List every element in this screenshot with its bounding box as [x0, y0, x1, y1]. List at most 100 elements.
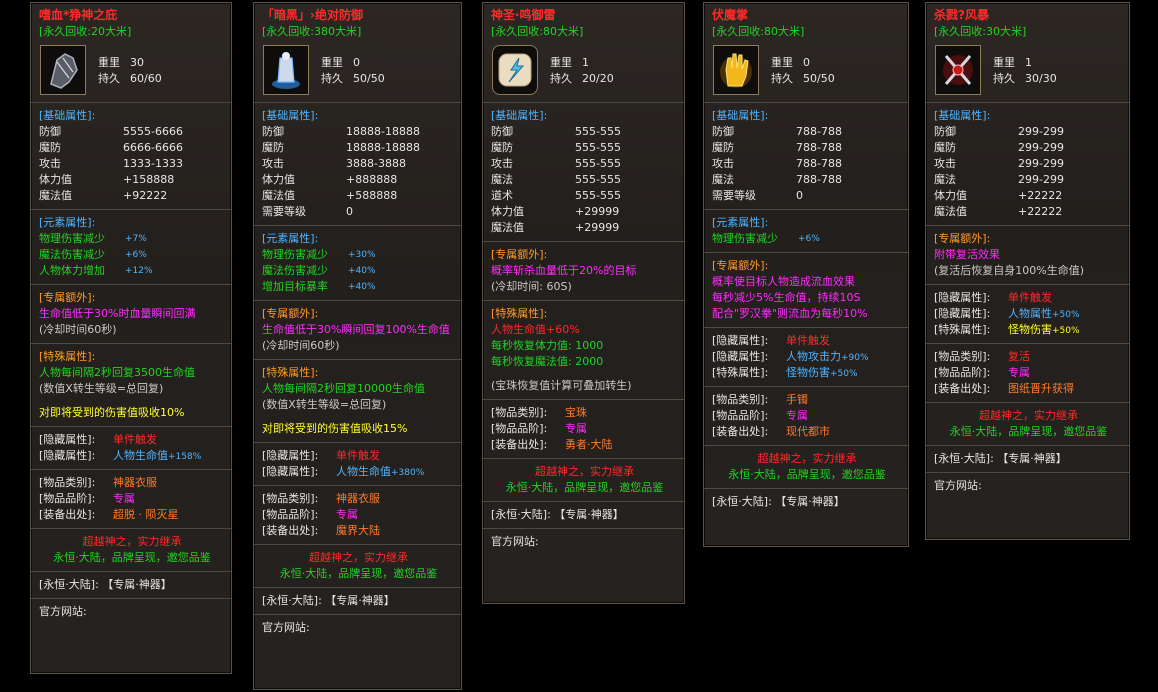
- exclusive-text: 生命值低于30%瞬间回复100%生命值: [262, 323, 450, 336]
- hidden-value: 单件触发: [1008, 291, 1052, 304]
- attr-value: +588888: [346, 189, 398, 202]
- absorb-text: 对即将受到的伤害值吸收15%: [262, 422, 408, 435]
- elem-value: +40%: [348, 282, 376, 292]
- hidden-number: +50%: [1052, 310, 1080, 320]
- grade-value: 专属: [786, 409, 808, 422]
- durability-value: 30/30: [1025, 72, 1057, 85]
- footer-tag: [永恒·大陆]: 【专属·神器】: [712, 495, 845, 508]
- attr-value: 299-299: [1018, 125, 1064, 138]
- durability-label: 持久: [771, 72, 793, 85]
- item-title: 嗜血*狰神之庇: [39, 8, 118, 22]
- special-line: 人物生命值+60%: [491, 323, 580, 336]
- elem-value: +6%: [798, 234, 820, 244]
- hidden-number: +380%: [391, 468, 425, 478]
- grade-value: 专属: [336, 508, 358, 521]
- attr-value: 299-299: [1018, 141, 1064, 154]
- elem-value: +12%: [125, 266, 153, 276]
- attr-value: 0: [346, 205, 353, 218]
- source-value: 现代都市: [786, 425, 830, 438]
- category-value: 复活: [1008, 350, 1030, 363]
- hidden-label: [隐藏属性]:: [262, 449, 319, 462]
- attr-value: 788-788: [796, 125, 842, 138]
- item-tooltip-3: 神圣·鸣御雷 [永久回收:80大米] 重里 1 持久 20/20 [基础属性]: 防…: [482, 2, 685, 604]
- attr-key: 魔防: [934, 141, 956, 154]
- recycle-value: [永久回收:30大米]: [934, 25, 1027, 38]
- recycle-value: [永久回收:20大米]: [39, 25, 132, 38]
- special-text: 人物每间隔2秒回复10000生命值: [262, 382, 425, 395]
- hidden-label: [隐藏属性]:: [712, 350, 769, 363]
- attr-key: 魔防: [39, 141, 61, 154]
- attr-value: 788-788: [796, 141, 842, 154]
- attr-value: 0: [796, 189, 803, 202]
- attr-value: +158888: [123, 173, 175, 186]
- attr-key: 防御: [262, 125, 284, 138]
- exclusive-note: (复活后恢复自身100%生命值): [934, 264, 1085, 277]
- attr-value: +22222: [1018, 189, 1063, 202]
- item-tooltip-4: 伏魔掌 [永久回收:80大米] 重里 0 持久 50/50 [基础属性]: 防御 78…: [703, 2, 909, 547]
- durability-value: 50/50: [803, 72, 835, 85]
- source-label: [装备出处]:: [491, 438, 548, 451]
- element-attr-header: [元素属性]:: [262, 232, 319, 245]
- attr-value: 788-788: [796, 173, 842, 186]
- category-label: [物品类别]:: [712, 393, 769, 406]
- hidden-label: [隐藏属性]:: [39, 433, 96, 446]
- category-value: 神器衣服: [113, 476, 157, 489]
- exclusive-text: 概率斩杀血量低于20%的目标: [491, 264, 637, 277]
- slogan-line-1: 超越神之，实力继承: [82, 535, 182, 548]
- source-value: 超脱 · 陨灭星: [113, 508, 179, 521]
- hidden-label: [隐藏属性]:: [712, 334, 769, 347]
- attr-key: 攻击: [262, 157, 284, 170]
- slogan-line-2: 永恒·大陆，品牌呈现，邀您品鉴: [505, 481, 664, 494]
- attr-value: +29999: [575, 205, 620, 218]
- exclusive-header: [专属额外]:: [712, 259, 769, 272]
- category-value: 宝珠: [565, 406, 587, 419]
- attr-key: 魔法值: [491, 221, 524, 234]
- grade-value: 专属: [1008, 366, 1030, 379]
- attr-key: 体力值: [39, 173, 72, 186]
- weight-value: 1: [1025, 56, 1032, 69]
- grade-value: 专属: [113, 492, 135, 505]
- attr-key: 魔法值: [39, 189, 72, 202]
- special-header: [特殊属性]:: [262, 366, 319, 379]
- category-label: [物品类别]:: [39, 476, 96, 489]
- item-title: 「暗黑」›绝对防御: [262, 8, 363, 22]
- attr-key: 攻击: [934, 157, 956, 170]
- attr-value: 1333-1333: [123, 157, 183, 170]
- exclusive-header: [专属额外]:: [934, 232, 991, 245]
- exclusive-header: [专属额外]:: [262, 307, 319, 320]
- special-note: (宝珠恢复值计算可叠加转生): [491, 379, 632, 392]
- attr-key: 魔防: [491, 141, 513, 154]
- orb-gem-icon: [492, 45, 538, 95]
- attr-key: 防御: [934, 125, 956, 138]
- source-label: [装备出处]:: [39, 508, 96, 521]
- durability-label: 持久: [321, 72, 343, 85]
- hidden-label: [隐藏属性]:: [39, 449, 96, 462]
- special-text: 人物每间隔2秒回复3500生命值: [39, 366, 195, 379]
- attr-key: 魔防: [262, 141, 284, 154]
- category-value: 手镯: [786, 393, 808, 406]
- hidden-number: +90%: [841, 353, 869, 363]
- slogan-line-1: 超越神之，实力继承: [979, 409, 1078, 422]
- weight-label: 重里: [98, 56, 120, 69]
- item-title: 杀戮?风暴: [934, 8, 989, 22]
- attr-value: 6666-6666: [123, 141, 183, 154]
- official-site-label: 官方网站:: [934, 479, 982, 492]
- special-number: +50%: [1052, 326, 1080, 336]
- special-value: 怪物伤害: [1008, 323, 1052, 336]
- special-line: 每秒恢复魔法值: 2000: [491, 355, 604, 368]
- recycle-value: [永久回收:80大米]: [491, 25, 584, 38]
- elem-key: 增加目标暴率: [262, 280, 328, 293]
- special-header: [特殊属性]:: [491, 307, 548, 320]
- elem-value: +30%: [348, 250, 376, 260]
- golden-palm-icon: [713, 45, 759, 95]
- category-label: [物品类别]:: [262, 492, 319, 505]
- attr-value: 555-555: [575, 189, 621, 202]
- durability-value: 20/20: [582, 72, 614, 85]
- exclusive-text: 附带复活效果: [934, 248, 1000, 261]
- attr-key: 道术: [491, 189, 513, 202]
- item-tooltip-2: 「暗黑」›绝对防御 [永久回收:380大米] 重里 0 持久 50/50 [基础属性…: [253, 2, 462, 690]
- durability-value: 60/60: [130, 72, 162, 85]
- attr-value: 555-555: [575, 125, 621, 138]
- exclusive-text: 生命值低于30%时血量瞬间回满: [39, 307, 196, 320]
- exclusive-line: 每秒减少5%生命值，持续10S: [712, 291, 861, 304]
